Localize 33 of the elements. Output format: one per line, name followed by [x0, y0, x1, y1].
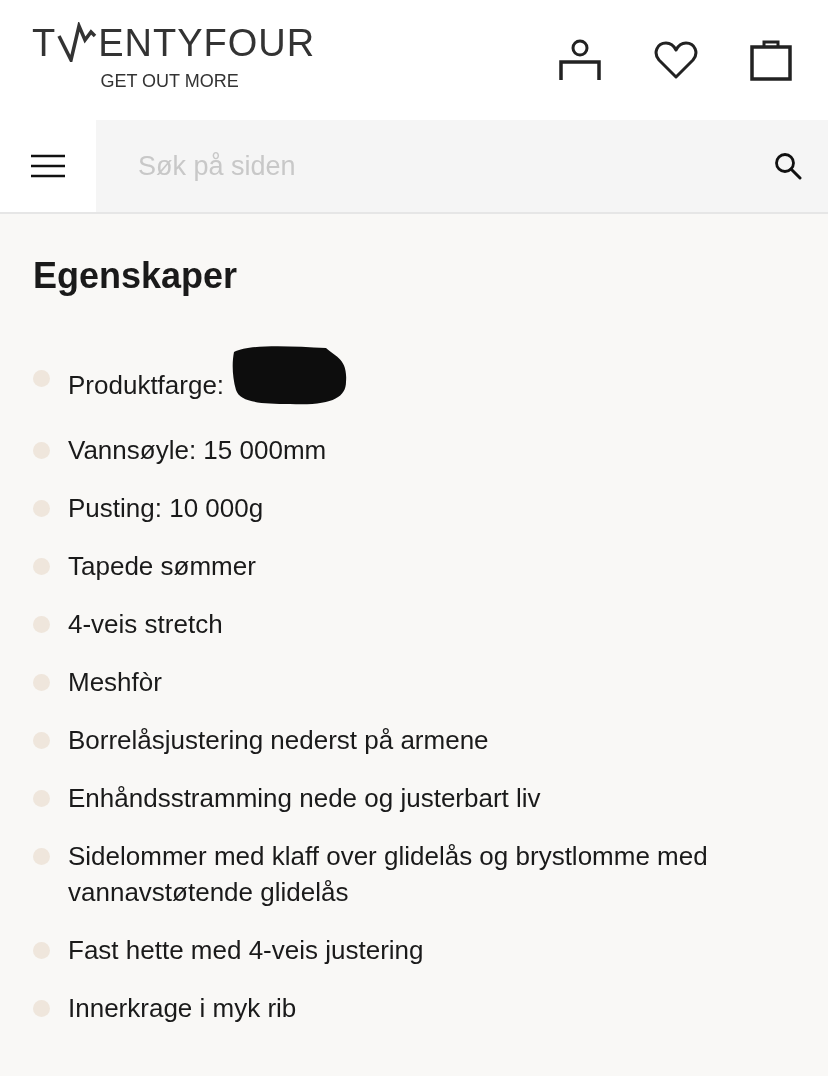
- bullet-icon: [33, 790, 50, 807]
- menu-icon: [31, 154, 65, 178]
- heart-icon[interactable]: [654, 40, 698, 80]
- feature-text: Sidelommer med klaff over glidelås og brystlomme med vannavstøtende glidelås: [68, 840, 709, 909]
- search-icon[interactable]: [774, 152, 802, 180]
- shopping-bag-icon[interactable]: [750, 39, 792, 81]
- feature-text: Innerkrage i myk rib: [68, 992, 298, 1025]
- logo-text: ENTYFOUR: [98, 23, 316, 62]
- section-heading: Egenskaper: [33, 254, 239, 298]
- bullet-icon: [33, 442, 50, 459]
- logo-text: T: [32, 23, 57, 62]
- feature-text: Vannsøyle: 15 000mm: [68, 434, 328, 467]
- feature-text: Produktfarge:: [68, 369, 225, 402]
- bullet-icon: [33, 558, 50, 575]
- bullet-icon: [33, 370, 50, 387]
- mountain-logo-icon: [57, 21, 98, 62]
- feature-text: Pusting: 10 000g: [68, 492, 265, 525]
- bullet-icon: [33, 732, 50, 749]
- bullet-icon: [33, 1000, 50, 1017]
- feature-text: Borrelåsjustering nederst på armene: [68, 724, 490, 757]
- feature-text: Fast hette med 4-veis justering: [68, 934, 425, 967]
- bullet-icon: [33, 500, 50, 517]
- feature-text: Tapede sømmer: [68, 550, 257, 583]
- feature-text: Meshfòr: [68, 666, 163, 699]
- logo-tagline: GET OUT MORE: [100, 69, 239, 93]
- bullet-icon: [33, 848, 50, 865]
- feature-text: 4-veis stretch: [68, 608, 224, 641]
- bullet-icon: [33, 942, 50, 959]
- menu-button[interactable]: [0, 120, 96, 212]
- feature-text: Enhåndsstramming nede og justerbart liv: [68, 782, 542, 815]
- account-icon[interactable]: [558, 38, 602, 82]
- bullet-icon: [33, 674, 50, 691]
- bullet-icon: [33, 616, 50, 633]
